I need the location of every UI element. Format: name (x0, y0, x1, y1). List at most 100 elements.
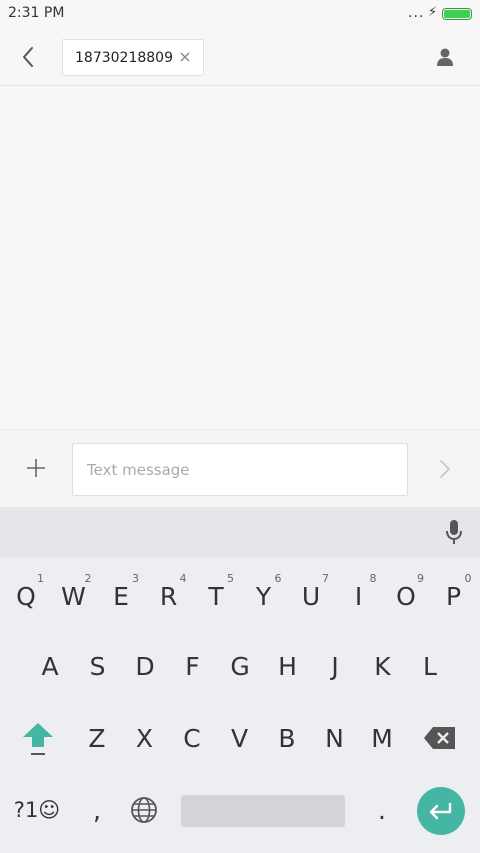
key-hint: 3 (132, 572, 139, 585)
key-label: T (208, 581, 224, 611)
back-button[interactable] (12, 40, 44, 74)
recipient-number: 18730218809 (75, 49, 173, 66)
key-label: M (371, 723, 393, 753)
attach-button[interactable] (20, 452, 52, 484)
key-label: K (374, 651, 391, 681)
key-label: C (183, 723, 201, 753)
key-l[interactable]: L (406, 636, 454, 696)
key-label: B (278, 723, 296, 753)
key-t[interactable]: T5 (192, 566, 240, 626)
key-h[interactable]: H (264, 636, 312, 696)
key-label: J (331, 651, 339, 681)
key-label: V (230, 723, 249, 753)
key-a[interactable]: A (26, 636, 74, 696)
key-hint: 5 (227, 572, 234, 585)
contact-button[interactable] (430, 42, 460, 72)
language-key[interactable] (120, 780, 168, 840)
status-bar: 2:31 PM ... ⚡ (0, 0, 480, 28)
key-n[interactable]: N (311, 708, 359, 768)
key-z[interactable]: Z (73, 708, 121, 768)
key-x[interactable]: X (121, 708, 169, 768)
backspace-icon (424, 727, 455, 749)
keyboard-toolbar (0, 507, 480, 558)
remove-recipient-button[interactable] (177, 49, 193, 65)
signal-dots-icon: ... (408, 5, 425, 21)
globe-icon (131, 797, 157, 823)
key-s[interactable]: S (74, 636, 122, 696)
key-hint: 1 (37, 572, 44, 585)
charging-icon: ⚡ (428, 5, 438, 20)
voice-input-button[interactable] (438, 515, 470, 549)
key-p[interactable]: P0 (430, 566, 478, 626)
conversation-header: 18730218809 (0, 28, 480, 86)
key-hint: 9 (417, 572, 424, 585)
key-label: N (325, 723, 344, 753)
keyboard: ?1☺ , . Q1W2E3R4T5Y6U7I8O9P0ASDFGHJKLZXC… (0, 558, 480, 853)
key-d[interactable]: D (121, 636, 169, 696)
key-r[interactable]: R4 (145, 566, 193, 626)
key-label: S (89, 651, 106, 681)
key-hint: 7 (322, 572, 329, 585)
key-q[interactable]: Q1 (2, 566, 50, 626)
key-label: P (445, 581, 462, 611)
battery-icon (442, 8, 472, 20)
recipient-chip[interactable]: 18730218809 (62, 39, 204, 76)
key-c[interactable]: C (168, 708, 216, 768)
chevron-right-icon (440, 460, 450, 478)
key-label: O (396, 581, 416, 611)
key-i[interactable]: I8 (335, 566, 383, 626)
key-o[interactable]: O9 (382, 566, 430, 626)
key-label: X (135, 723, 154, 753)
key-label: H (278, 651, 297, 681)
close-icon (180, 52, 190, 62)
key-label: G (230, 651, 250, 681)
space-key[interactable] (181, 795, 345, 827)
key-e[interactable]: E3 (97, 566, 145, 626)
key-w[interactable]: W2 (50, 566, 98, 626)
key-label: F (185, 651, 200, 681)
message-thread (0, 87, 480, 429)
key-label: Z (88, 723, 106, 753)
key-label: E (113, 581, 129, 611)
key-label: Q (16, 581, 36, 611)
backspace-key[interactable] (416, 708, 464, 768)
key-label: D (135, 651, 155, 681)
shift-arrow-icon (23, 723, 53, 755)
compose-bar (0, 429, 480, 507)
key-label: R (159, 581, 178, 611)
key-label: A (41, 651, 59, 681)
key-label: I (354, 581, 363, 611)
person-icon (437, 48, 453, 66)
enter-icon (429, 803, 452, 820)
key-v[interactable]: V (216, 708, 264, 768)
shift-key[interactable] (14, 708, 62, 768)
key-hint: 0 (464, 572, 472, 585)
key-y[interactable]: Y6 (240, 566, 288, 626)
key-u[interactable]: U7 (287, 566, 335, 626)
key-label: Y (255, 581, 272, 611)
key-hint: 4 (179, 572, 187, 585)
key-label: W (61, 581, 86, 611)
message-input[interactable] (72, 443, 408, 496)
key-m[interactable]: M (358, 708, 406, 768)
status-time: 2:31 PM (8, 5, 65, 21)
symbols-key[interactable]: ?1☺ (6, 780, 68, 840)
chevron-left-icon (23, 47, 33, 67)
key-label: L (423, 651, 437, 681)
key-hint: 2 (84, 572, 92, 585)
send-button[interactable] (430, 454, 460, 484)
enter-key[interactable] (417, 787, 465, 835)
key-hint: 8 (369, 572, 377, 585)
key-hint: 6 (274, 572, 282, 585)
plus-icon (27, 459, 45, 477)
key-j[interactable]: J (311, 636, 359, 696)
key-label: U (301, 581, 321, 611)
key-k[interactable]: K (359, 636, 407, 696)
period-key[interactable]: . (358, 780, 406, 840)
key-f[interactable]: F (169, 636, 217, 696)
comma-key[interactable]: , (73, 780, 121, 840)
battery-level (444, 10, 470, 18)
key-g[interactable]: G (216, 636, 264, 696)
microphone-icon (446, 520, 462, 544)
key-b[interactable]: B (263, 708, 311, 768)
